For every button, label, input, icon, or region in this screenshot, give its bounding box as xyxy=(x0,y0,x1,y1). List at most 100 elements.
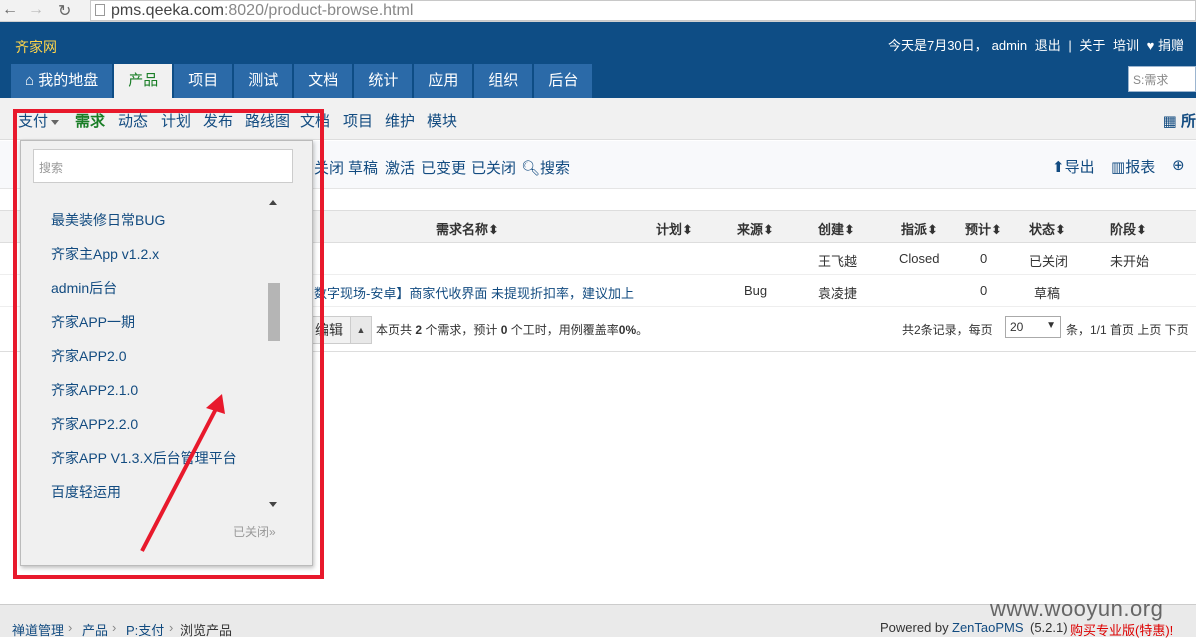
search-toggle[interactable]: 🔍︎搜索 xyxy=(521,157,570,178)
col-estimate[interactable]: 预计⬍ xyxy=(965,219,1002,238)
filter-draft[interactable]: 草稿 xyxy=(348,157,378,178)
col-assigned[interactable]: 指派⬍ xyxy=(901,219,938,238)
col-title-label: 需求名称 xyxy=(436,222,489,237)
filter-active[interactable]: 激活 xyxy=(385,157,415,178)
nav-tab-product[interactable]: 产品 xyxy=(114,64,173,98)
chevron-right-icon: › xyxy=(68,620,73,635)
sort-icon: ⬍ xyxy=(682,222,693,237)
sort-icon: ⬍ xyxy=(1055,222,1066,237)
col-creator-label: 创建 xyxy=(818,222,845,237)
grid-icon: ▦ xyxy=(1162,113,1181,130)
subnav-project[interactable]: 项目 xyxy=(343,110,373,131)
all-button[interactable]: ▦ 所 xyxy=(1163,110,1196,131)
separator: | xyxy=(1068,38,1072,53)
story-source: Bug xyxy=(744,283,768,298)
url-path: :8020/product-browse.html xyxy=(223,2,414,19)
home-icon: ⌂ xyxy=(25,72,39,89)
zentao-link[interactable]: ZenTaoPMS xyxy=(952,620,1024,635)
sort-icon: ⬍ xyxy=(927,222,938,237)
chevron-right-icon: › xyxy=(112,620,117,635)
col-plan-label: 计划 xyxy=(656,222,683,237)
story-estimate: 0 xyxy=(980,251,988,266)
summary-end: 。 xyxy=(636,323,649,337)
summary-rate: 0% xyxy=(618,323,637,337)
story-title[interactable]: 数字现场-安卓】商家代收界面 未提现折扣率，建议加上 xyxy=(314,283,634,302)
story-status: 已关闭 xyxy=(1029,254,1069,269)
col-source-label: 来源 xyxy=(737,222,764,237)
nav-tab-project[interactable]: 项目 xyxy=(174,64,233,98)
col-stage-label: 阶段 xyxy=(1110,222,1137,237)
watermark: www.wooyun.org xyxy=(990,596,1164,621)
donate-link[interactable]: ♥ 捐赠 xyxy=(1147,38,1184,53)
report-button[interactable]: ▥报表 xyxy=(1111,156,1155,177)
logout-link[interactable]: 退出 xyxy=(1035,38,1061,53)
page-icon xyxy=(95,4,105,16)
page-size-value: 20 xyxy=(1010,320,1024,334)
back-arrow-icon[interactable]: ← xyxy=(2,1,18,19)
summary-hours: 0 xyxy=(500,323,508,337)
pager[interactable]: 条，1/1 首页 上页 下页 xyxy=(1066,321,1189,338)
col-status[interactable]: 状态⬍ xyxy=(1029,219,1066,238)
dropdown-arrow-icon: ▼ xyxy=(1046,320,1056,331)
filter-changed[interactable]: 已变更 xyxy=(421,157,466,178)
story-assigned: Closed xyxy=(899,251,940,266)
reload-icon[interactable]: ↻ xyxy=(58,1,71,21)
report-label: 报表 xyxy=(1125,159,1156,176)
add-icon[interactable]: ⊕ xyxy=(1172,156,1185,174)
top-header: 齐家网 今天是7月30日， admin 退出 | 关于 培训 ♥ 捐赠 ⌂ 我的地… xyxy=(0,22,1196,98)
summary-post: 个工时，用例覆盖率 xyxy=(510,323,619,337)
col-source[interactable]: 来源⬍ xyxy=(737,219,774,238)
sort-icon: ⬍ xyxy=(488,222,499,237)
address-field[interactable]: pms.qeeka.com:8020/product-browse.html xyxy=(90,0,1196,21)
col-estimate-label: 预计 xyxy=(965,222,992,237)
upload-icon: ⬆ xyxy=(1052,159,1065,176)
sort-icon: ⬍ xyxy=(991,222,1002,237)
brand-logo[interactable]: 齐家网 xyxy=(15,37,57,57)
breadcrumb-current-product[interactable]: P:支付 xyxy=(126,620,164,639)
quick-search-input[interactable]: S:需求 xyxy=(1128,66,1196,92)
caret-up-icon[interactable]: ▲ xyxy=(350,316,372,344)
nav-home-label: 我的地盘 xyxy=(38,72,99,89)
summary-pre: 本页共 xyxy=(376,323,413,337)
breadcrumb-page: 浏览产品 xyxy=(180,623,233,638)
nav-tab-home[interactable]: ⌂ 我的地盘 xyxy=(11,64,113,98)
subnav-module[interactable]: 模块 xyxy=(427,110,457,131)
story-estimate: 0 xyxy=(980,283,988,298)
user-bar: 今天是7月30日， admin 退出 | 关于 培训 ♥ 捐赠 xyxy=(886,35,1186,54)
nav-tab-report[interactable]: 统计 xyxy=(354,64,413,98)
records-text: 共2条记录，每页 xyxy=(902,323,993,337)
export-button[interactable]: ⬆导出 xyxy=(1052,156,1095,177)
page-size-select[interactable]: 20 ▼ xyxy=(1005,316,1061,338)
training-link[interactable]: 培训 xyxy=(1113,38,1139,53)
user-name: admin xyxy=(991,38,1028,53)
bar-chart-icon: ▥ xyxy=(1111,159,1126,176)
nav-tab-test[interactable]: 测试 xyxy=(234,64,293,98)
red-arrow-annotation xyxy=(140,394,225,552)
breadcrumb-root[interactable]: 禅道管理 xyxy=(12,620,64,639)
col-assigned-label: 指派 xyxy=(901,222,928,237)
filter-closed-all[interactable]: 已关闭 xyxy=(471,157,516,178)
sort-icon: ⬍ xyxy=(763,222,774,237)
col-plan[interactable]: 计划⬍ xyxy=(656,219,693,238)
nav-tab-admin[interactable]: 后台 xyxy=(534,64,593,98)
subnav-maintain[interactable]: 维护 xyxy=(385,110,415,131)
summary-mid: 个需求，预计 xyxy=(425,323,498,337)
url-host: pms.qeeka.com xyxy=(111,2,224,19)
story-status: 草稿 xyxy=(1034,286,1061,301)
col-status-label: 状态 xyxy=(1029,222,1056,237)
summary-text: 本页共 2 个需求，预计 0 个工时，用例覆盖率0%。 xyxy=(376,321,648,338)
col-title[interactable]: 需求名称⬍ xyxy=(436,219,499,238)
nav-tab-company[interactable]: 组织 xyxy=(474,64,533,98)
story-stage: 未开始 xyxy=(1110,254,1150,269)
summary-count: 2 xyxy=(415,323,423,337)
about-link[interactable]: 关于 xyxy=(1079,38,1105,53)
export-label: 导出 xyxy=(1064,159,1095,176)
buy-pro-link[interactable]: 购买专业版(特惠)! xyxy=(1070,620,1173,639)
nav-tab-doc[interactable]: 文档 xyxy=(294,64,353,98)
breadcrumb-product[interactable]: 产品 xyxy=(82,620,108,639)
col-creator[interactable]: 创建⬍ xyxy=(818,219,855,238)
powered-by-text: Powered by xyxy=(880,620,949,635)
col-stage[interactable]: 阶段⬍ xyxy=(1110,219,1147,238)
nav-tab-app[interactable]: 应用 xyxy=(414,64,473,98)
forward-arrow-icon[interactable]: → xyxy=(28,1,44,19)
